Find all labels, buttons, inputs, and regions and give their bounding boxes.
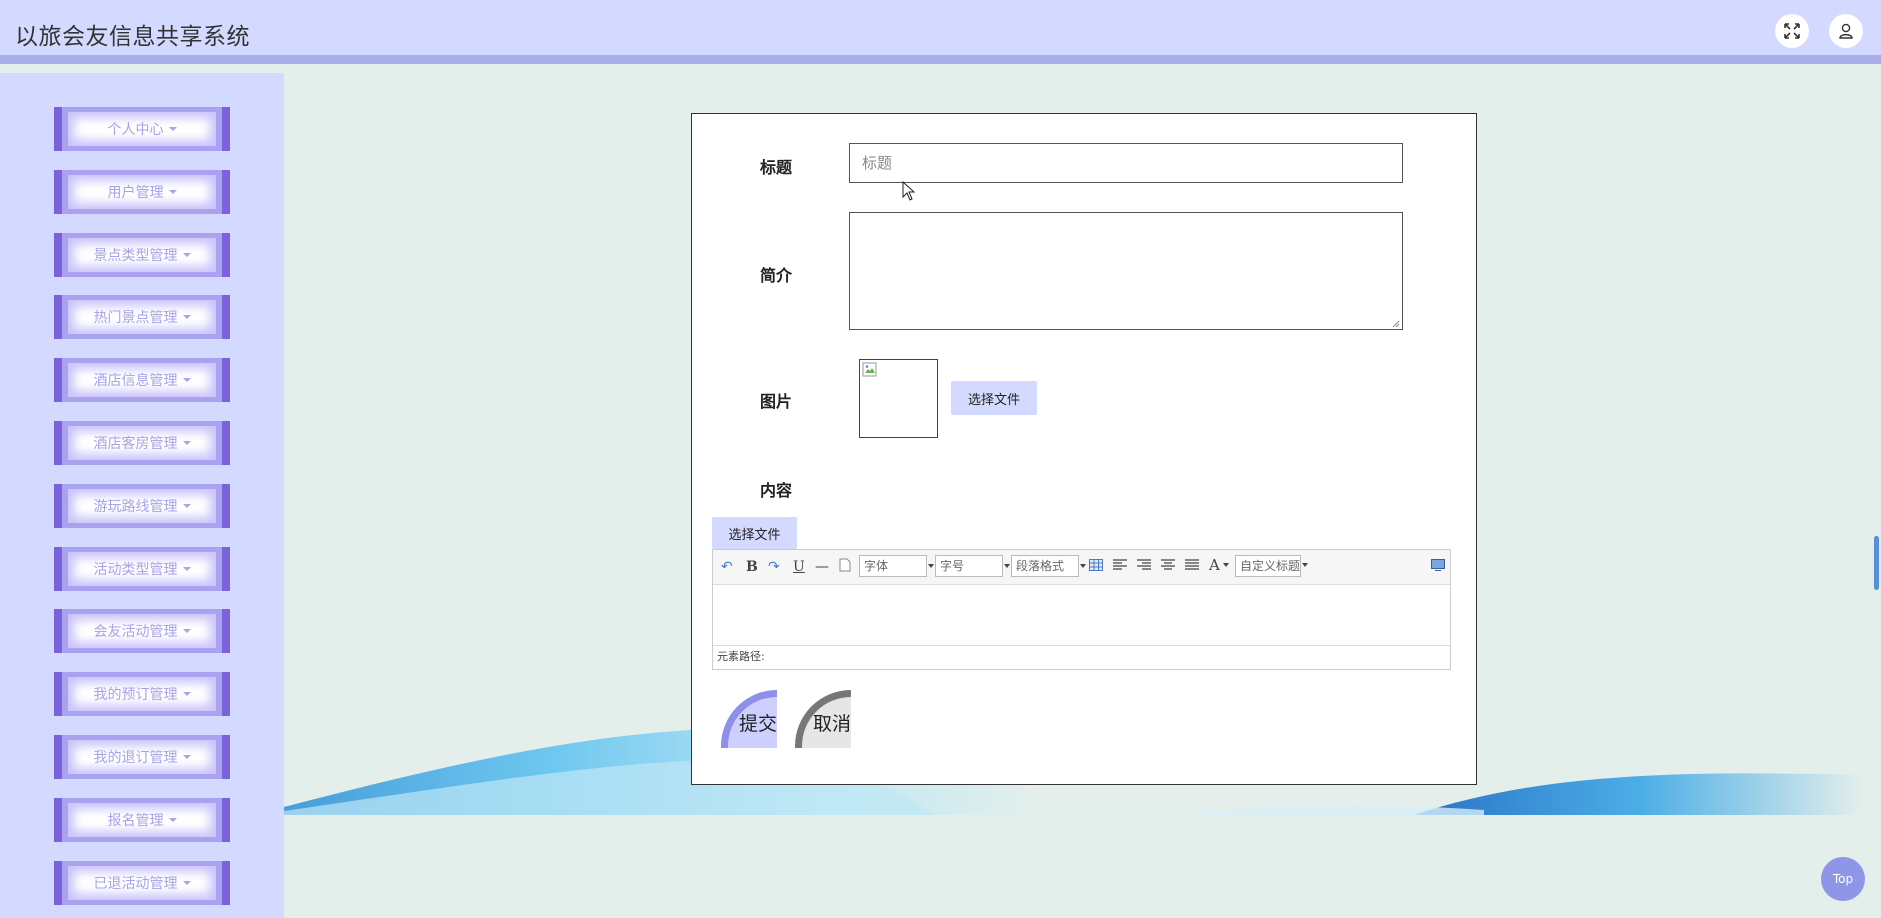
caret-down-icon xyxy=(182,253,191,257)
mouse-cursor-icon xyxy=(902,181,916,201)
sidebar-item-my-cancellation-management[interactable]: 我的退订管理 xyxy=(54,735,230,779)
sidebar-item-label: 活动类型管理 xyxy=(93,562,178,578)
element-path-bar: 元素路径: xyxy=(717,650,765,663)
image-choose-file-button[interactable]: 选择文件 xyxy=(951,381,1037,415)
caret-down-icon xyxy=(182,755,191,759)
back-to-top-button[interactable]: Top xyxy=(1821,857,1865,901)
sidebar-item-label: 游玩路线管理 xyxy=(93,499,178,515)
fullscreen-icon xyxy=(1784,23,1800,39)
caret-down-icon xyxy=(182,692,191,696)
image-label: 图片 xyxy=(760,392,793,411)
sidebar-item-label: 我的退订管理 xyxy=(93,750,178,766)
horizontal-rule-icon[interactable]: — xyxy=(815,558,829,576)
sidebar-item-hot-scenic-management[interactable]: 热门景点管理 xyxy=(54,295,230,339)
caret-down-icon xyxy=(168,127,177,131)
table-icon[interactable] xyxy=(1089,558,1103,576)
sidebar-item-label: 酒店信息管理 xyxy=(93,373,178,389)
sidebar-item-scenic-type-management[interactable]: 景点类型管理 xyxy=(54,233,230,277)
sidebar-item-hotel-room-management[interactable]: 酒店客房管理 xyxy=(54,421,230,465)
broken-image-icon xyxy=(862,362,877,377)
sidebar-item-hotel-info-management[interactable]: 酒店信息管理 xyxy=(54,358,230,402)
caret-down-icon xyxy=(182,378,191,382)
sidebar-item-label: 已退活动管理 xyxy=(93,876,178,892)
caret-down-icon xyxy=(168,818,177,822)
align-center-icon[interactable] xyxy=(1161,558,1175,576)
dropdown-arrow-icon xyxy=(928,564,934,568)
editor-toolbar: ↶ B ↷ U — 字体 字号 段落格式 A 自定义标题 xyxy=(713,550,1450,585)
top-header: 以旅会友信息共享系统 xyxy=(0,0,1881,64)
sidebar-item-label: 酒店客房管理 xyxy=(93,436,178,452)
paragraph-format-select[interactable]: 段落格式 xyxy=(1011,555,1086,577)
preview-icon[interactable] xyxy=(1431,558,1445,576)
intro-label: 简介 xyxy=(760,266,793,285)
blank-page-icon[interactable] xyxy=(839,558,851,577)
edit-form: 标题 简介 图片 选择文件 内容 选择文件 ↶ B ↷ U — 字体 字号 段落… xyxy=(691,113,1477,785)
bold-icon[interactable]: B xyxy=(746,558,758,576)
dropdown-arrow-icon[interactable] xyxy=(1302,563,1308,567)
sidebar-item-withdrawn-activity-management[interactable]: 已退活动管理 xyxy=(54,861,230,905)
caret-down-icon xyxy=(182,504,191,508)
title-label: 标题 xyxy=(760,158,793,177)
content-choose-file-button[interactable]: 选择文件 xyxy=(712,517,797,549)
sidebar-item-route-management[interactable]: 游玩路线管理 xyxy=(54,484,230,528)
caret-down-icon xyxy=(182,567,191,571)
sidebar-item-label: 会友活动管理 xyxy=(93,624,178,640)
redo-icon[interactable]: ↷ xyxy=(768,558,780,576)
content-label: 内容 xyxy=(760,481,793,500)
sidebar-item-activity-type-management[interactable]: 活动类型管理 xyxy=(54,547,230,591)
font-family-select[interactable]: 字体 xyxy=(859,555,934,577)
undo-icon[interactable]: ↶ xyxy=(721,558,733,576)
dropdown-arrow-icon[interactable] xyxy=(1223,563,1229,567)
user-profile-button[interactable] xyxy=(1829,14,1863,48)
caret-down-icon xyxy=(168,190,177,194)
caret-down-icon xyxy=(182,315,191,319)
align-justify-icon[interactable] xyxy=(1185,558,1199,576)
font-color-icon[interactable]: A xyxy=(1209,556,1220,574)
intro-textarea[interactable] xyxy=(849,212,1403,330)
fullscreen-button[interactable] xyxy=(1775,14,1809,48)
sidebar-item-label: 景点类型管理 xyxy=(93,248,178,264)
sidebar-menu: 个人中心 用户管理 景点类型管理 热门景点管理 酒店信息管理 酒店客房管理 游玩… xyxy=(0,73,284,918)
title-input[interactable] xyxy=(849,143,1403,183)
caret-down-icon xyxy=(182,441,191,445)
font-size-select[interactable]: 字号 xyxy=(935,555,1010,577)
sidebar-item-label: 报名管理 xyxy=(107,813,164,829)
dropdown-arrow-icon xyxy=(1004,564,1010,568)
dropdown-arrow-icon xyxy=(1080,564,1086,568)
sidebar-item-label: 热门景点管理 xyxy=(93,310,178,326)
caret-down-icon xyxy=(182,629,191,633)
sidebar-item-label: 我的预订管理 xyxy=(93,687,178,703)
sidebar-item-friends-activity-management[interactable]: 会友活动管理 xyxy=(54,609,230,653)
rich-text-editor: ↶ B ↷ U — 字体 字号 段落格式 A 自定义标题 元素路径: xyxy=(712,549,1451,670)
sidebar-item-label: 个人中心 xyxy=(107,122,164,138)
resize-grip-icon[interactable] xyxy=(1392,320,1400,328)
page-scrollbar-thumb[interactable] xyxy=(1874,536,1879,590)
custom-heading-select[interactable]: 自定义标题 xyxy=(1235,555,1301,577)
sidebar-item-label: 用户管理 xyxy=(107,185,164,201)
user-icon xyxy=(1839,23,1853,39)
image-preview xyxy=(859,359,938,438)
submit-button[interactable]: 提交 xyxy=(721,690,777,748)
sidebar-item-user-management[interactable]: 用户管理 xyxy=(54,170,230,214)
cancel-button[interactable]: 取消 xyxy=(795,690,851,748)
editor-content-area[interactable] xyxy=(713,585,1450,646)
sidebar-item-personal-center[interactable]: 个人中心 xyxy=(54,107,230,151)
sidebar-item-registration-management[interactable]: 报名管理 xyxy=(54,798,230,842)
underline-icon[interactable]: U xyxy=(793,558,805,576)
caret-down-icon xyxy=(182,881,191,885)
align-left-icon[interactable] xyxy=(1113,558,1127,576)
sidebar-item-my-booking-management[interactable]: 我的预订管理 xyxy=(54,672,230,716)
app-title: 以旅会友信息共享系统 xyxy=(15,24,250,50)
align-right-icon[interactable] xyxy=(1137,558,1151,576)
